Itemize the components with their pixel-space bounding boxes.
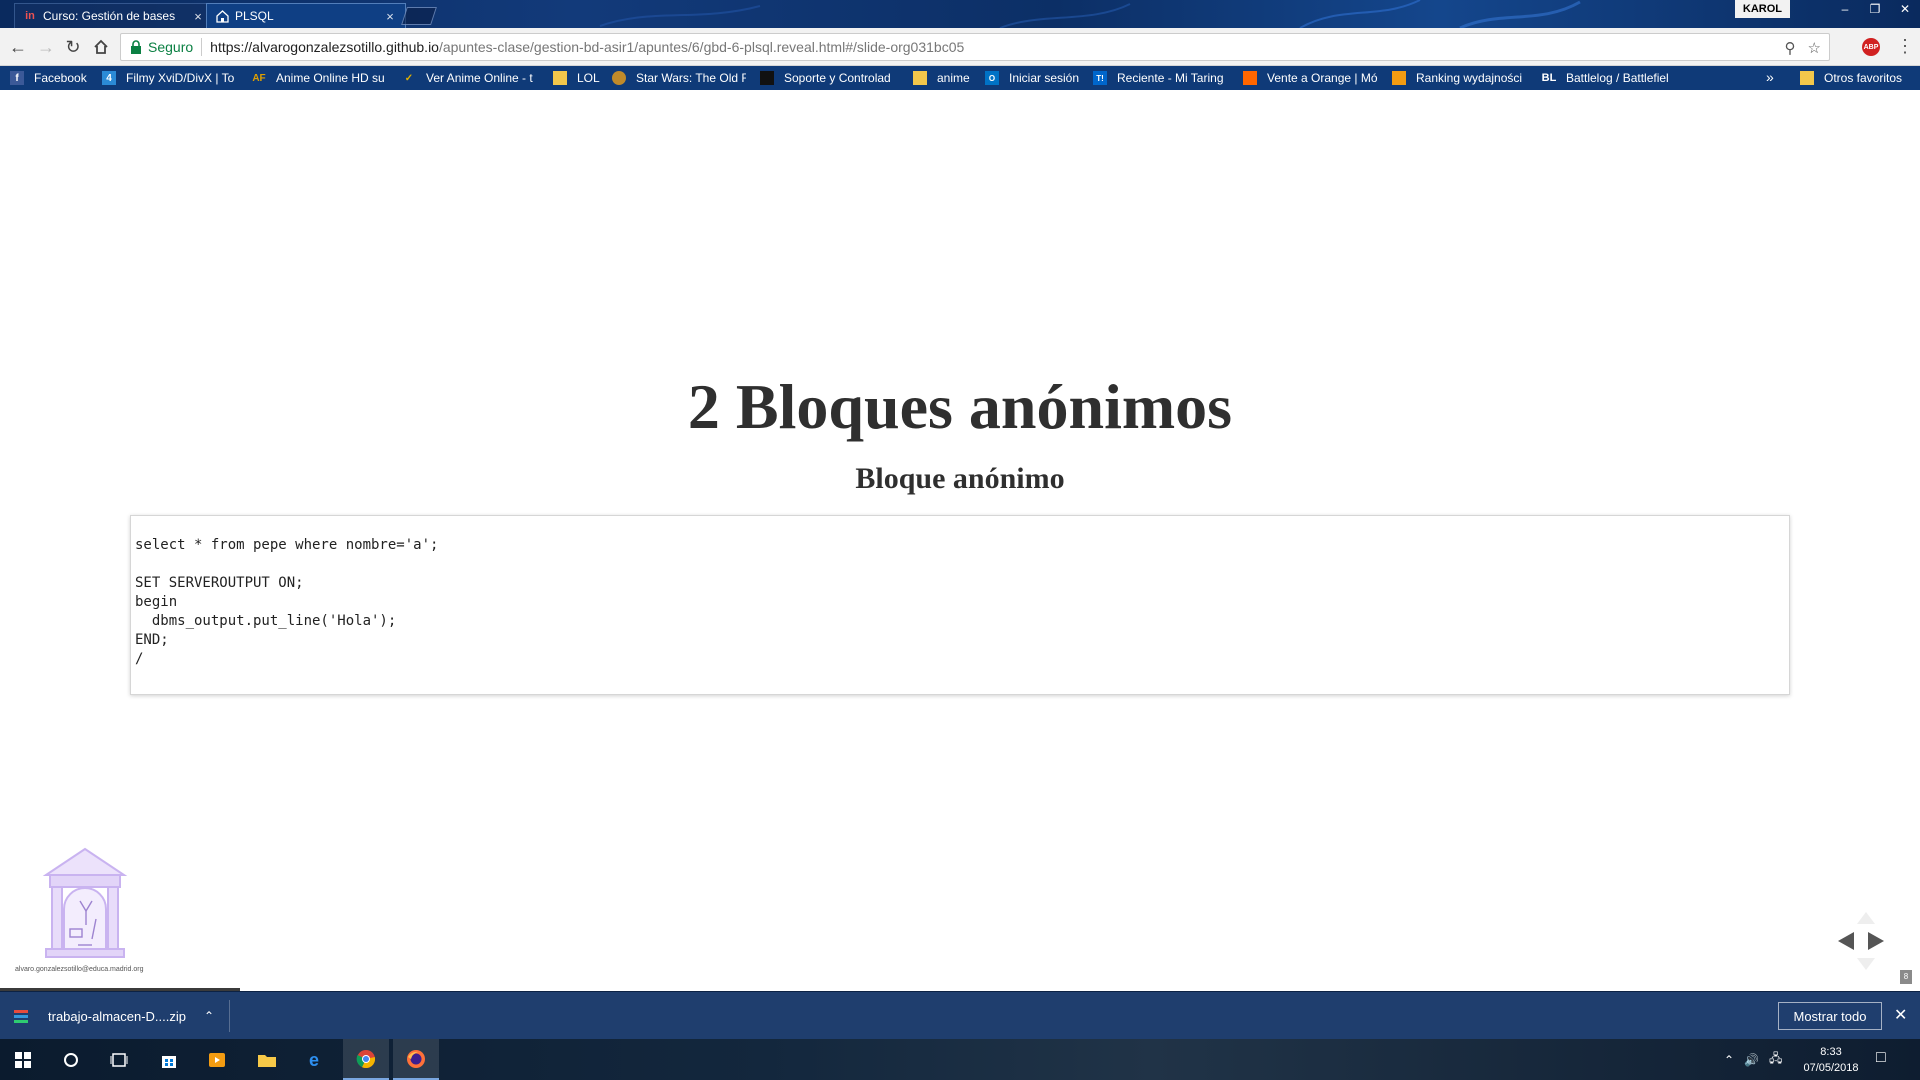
slide-title: 2 Bloques anónimos	[687, 371, 1233, 442]
bookmark-orange[interactable]: Vente a Orange | Mó	[1243, 66, 1379, 90]
check-icon: ✓	[404, 72, 414, 84]
navigate-right-icon[interactable]	[1868, 932, 1884, 950]
slide-subtitle: Bloque anónimo	[855, 462, 1065, 495]
bookmark-anime-online-hd[interactable]: AF Anime Online HD su	[252, 66, 392, 90]
browser-tab-bar: in Curso: Gestión de bases × PLSQL × KAR…	[0, 0, 1920, 28]
bookmark-taringa[interactable]: T! Reciente - Mi Taring	[1093, 66, 1231, 90]
download-filename: trabajo-almacen-D....zip	[48, 1008, 186, 1024]
lock-icon	[131, 40, 141, 54]
download-bar: trabajo-almacen-D....zip ⌃ Mostrar todo …	[0, 991, 1920, 1039]
taringa-icon: T!	[1093, 71, 1107, 85]
media-player-icon[interactable]	[194, 1039, 240, 1080]
orange-icon	[1243, 71, 1257, 85]
chrome-menu-icon[interactable]: ⋮	[1896, 36, 1914, 57]
tab-title: PLSQL	[235, 9, 274, 23]
chrome-icon[interactable]	[343, 1039, 389, 1080]
home-icon[interactable]	[91, 37, 111, 57]
taskbar-clock[interactable]: 8:33 07/05/2018	[1796, 1044, 1866, 1076]
edge-icon[interactable]: e	[294, 1039, 340, 1080]
bookmark-ver-anime[interactable]: ✓ Ver Anime Online - t	[402, 66, 536, 90]
profile-button[interactable]: KAROL	[1734, 0, 1790, 18]
bookmark-star-wars[interactable]: Star Wars: The Old R	[612, 66, 746, 90]
bookmark-star-icon[interactable]: ☆	[1808, 39, 1821, 57]
udemy-favicon-icon: in	[25, 10, 35, 22]
bookmark-folder-anime[interactable]: anime	[913, 66, 975, 90]
new-tab-button[interactable]	[401, 7, 437, 25]
bookmark-iniciar-sesion[interactable]: O Iniciar sesión	[985, 66, 1085, 90]
show-all-downloads-button[interactable]: Mostrar todo	[1778, 1002, 1882, 1030]
restore-icon[interactable]: ❐	[1860, 0, 1890, 18]
address-bar[interactable]: Seguro https://alvarogonzalezsotillo.git…	[120, 33, 1830, 61]
zoom-icon[interactable]: ⚲	[1785, 39, 1796, 57]
tab-curso[interactable]: in Curso: Gestión de bases ×	[14, 3, 214, 28]
bookmark-other-folder[interactable]: Otros favoritos	[1800, 66, 1902, 90]
forward-arrow-icon[interactable]: →	[36, 37, 56, 57]
ranking-icon	[1392, 71, 1406, 85]
clock-date: 07/05/2018	[1803, 1062, 1859, 1074]
window-controls: – ❐ ✕	[1830, 0, 1920, 18]
bookmarks-bar: f Facebook 4 Filmy XviD/DivX | To AF Ani…	[0, 66, 1920, 90]
battlelog-icon: BL	[1542, 72, 1557, 84]
school-logo	[42, 847, 128, 958]
store-icon[interactable]	[146, 1039, 192, 1080]
folder-icon	[553, 71, 567, 85]
close-download-bar-icon[interactable]: ✕	[1894, 1005, 1907, 1025]
bookmark-facebook[interactable]: f Facebook	[10, 66, 100, 90]
volume-icon[interactable]: 🔊	[1744, 1053, 1759, 1067]
tab-title: Curso: Gestión de bases	[43, 9, 176, 23]
browser-toolbar: ← → ↻ Seguro https://alvarogonzalezsotil…	[0, 28, 1920, 66]
slide-number: 8	[1900, 970, 1912, 984]
windows-taskbar: e ⌃ 🔊 🖧 8:33 07/05/2018 □	[0, 1039, 1920, 1080]
file-explorer-icon[interactable]	[244, 1039, 290, 1080]
code-block: select * from pepe where nombre='a'; SET…	[130, 515, 1790, 695]
bookmark-battlelog[interactable]: BL Battlelog / Battlefiel	[1542, 66, 1676, 90]
navigate-left-icon[interactable]	[1838, 932, 1854, 950]
minimize-icon[interactable]: –	[1830, 0, 1860, 18]
network-icon[interactable]: 🖧	[1769, 1049, 1782, 1070]
windows-start-icon[interactable]	[0, 1039, 46, 1080]
swtor-icon	[612, 71, 626, 85]
chevron-up-icon[interactable]: ⌃	[204, 1009, 214, 1023]
bookmarks-overflow-icon[interactable]: »	[1766, 69, 1774, 85]
close-tab-icon[interactable]: ×	[191, 9, 205, 24]
bookmark-ranking[interactable]: Ranking wydajności	[1392, 66, 1526, 90]
slide-navigation-controls	[1834, 910, 1894, 970]
reload-icon[interactable]: ↻	[63, 37, 83, 57]
secure-label: Seguro	[148, 39, 194, 55]
archive-file-icon	[14, 1007, 32, 1025]
system-tray: ⌃ 🔊 🖧	[1724, 1039, 1782, 1080]
navigate-up-icon[interactable]	[1857, 912, 1875, 924]
url-host: https://alvarogonzalezsotillo.github.io	[210, 39, 439, 55]
animeflv-icon: AF	[252, 72, 266, 84]
outlook-icon: O	[985, 71, 999, 85]
adblock-plus-icon[interactable]: ABP	[1862, 38, 1880, 56]
show-hidden-icons-icon[interactable]: ⌃	[1724, 1053, 1734, 1067]
url-path: /apuntes-clase/gestion-bd-asir1/apuntes/…	[438, 39, 965, 55]
tab-plsql[interactable]: PLSQL ×	[206, 3, 406, 28]
navigate-down-icon[interactable]	[1857, 958, 1875, 970]
divider	[201, 38, 203, 56]
download-item[interactable]: trabajo-almacen-D....zip ⌃	[14, 1000, 230, 1032]
bookmark-filmy[interactable]: 4 Filmy XviD/DivX | To	[102, 66, 242, 90]
house-icon	[215, 9, 229, 23]
bookmark-soporte[interactable]: Soporte y Controlad	[760, 66, 898, 90]
facebook-icon: f	[10, 71, 24, 85]
bookmark-folder-lol[interactable]: LOL	[553, 66, 605, 90]
back-arrow-icon[interactable]: ←	[8, 37, 28, 57]
svg-text:e: e	[309, 1050, 319, 1070]
close-window-icon[interactable]: ✕	[1890, 0, 1920, 18]
action-center-icon[interactable]: □	[1876, 1049, 1886, 1067]
cortana-icon[interactable]	[48, 1039, 94, 1080]
folder-icon	[1800, 71, 1814, 85]
amd-icon	[760, 71, 774, 85]
footer-email: alvaro.gonzalezsotillo@educa.madrid.org	[15, 966, 144, 973]
task-view-icon[interactable]	[96, 1039, 142, 1080]
firefox-icon[interactable]	[393, 1039, 439, 1080]
filmy-icon: 4	[102, 71, 116, 85]
clock-time: 8:33	[1820, 1046, 1842, 1058]
folder-icon	[913, 71, 927, 85]
close-tab-icon[interactable]: ×	[383, 9, 397, 24]
code-text: select * from pepe where nombre='a'; SET…	[135, 537, 439, 667]
